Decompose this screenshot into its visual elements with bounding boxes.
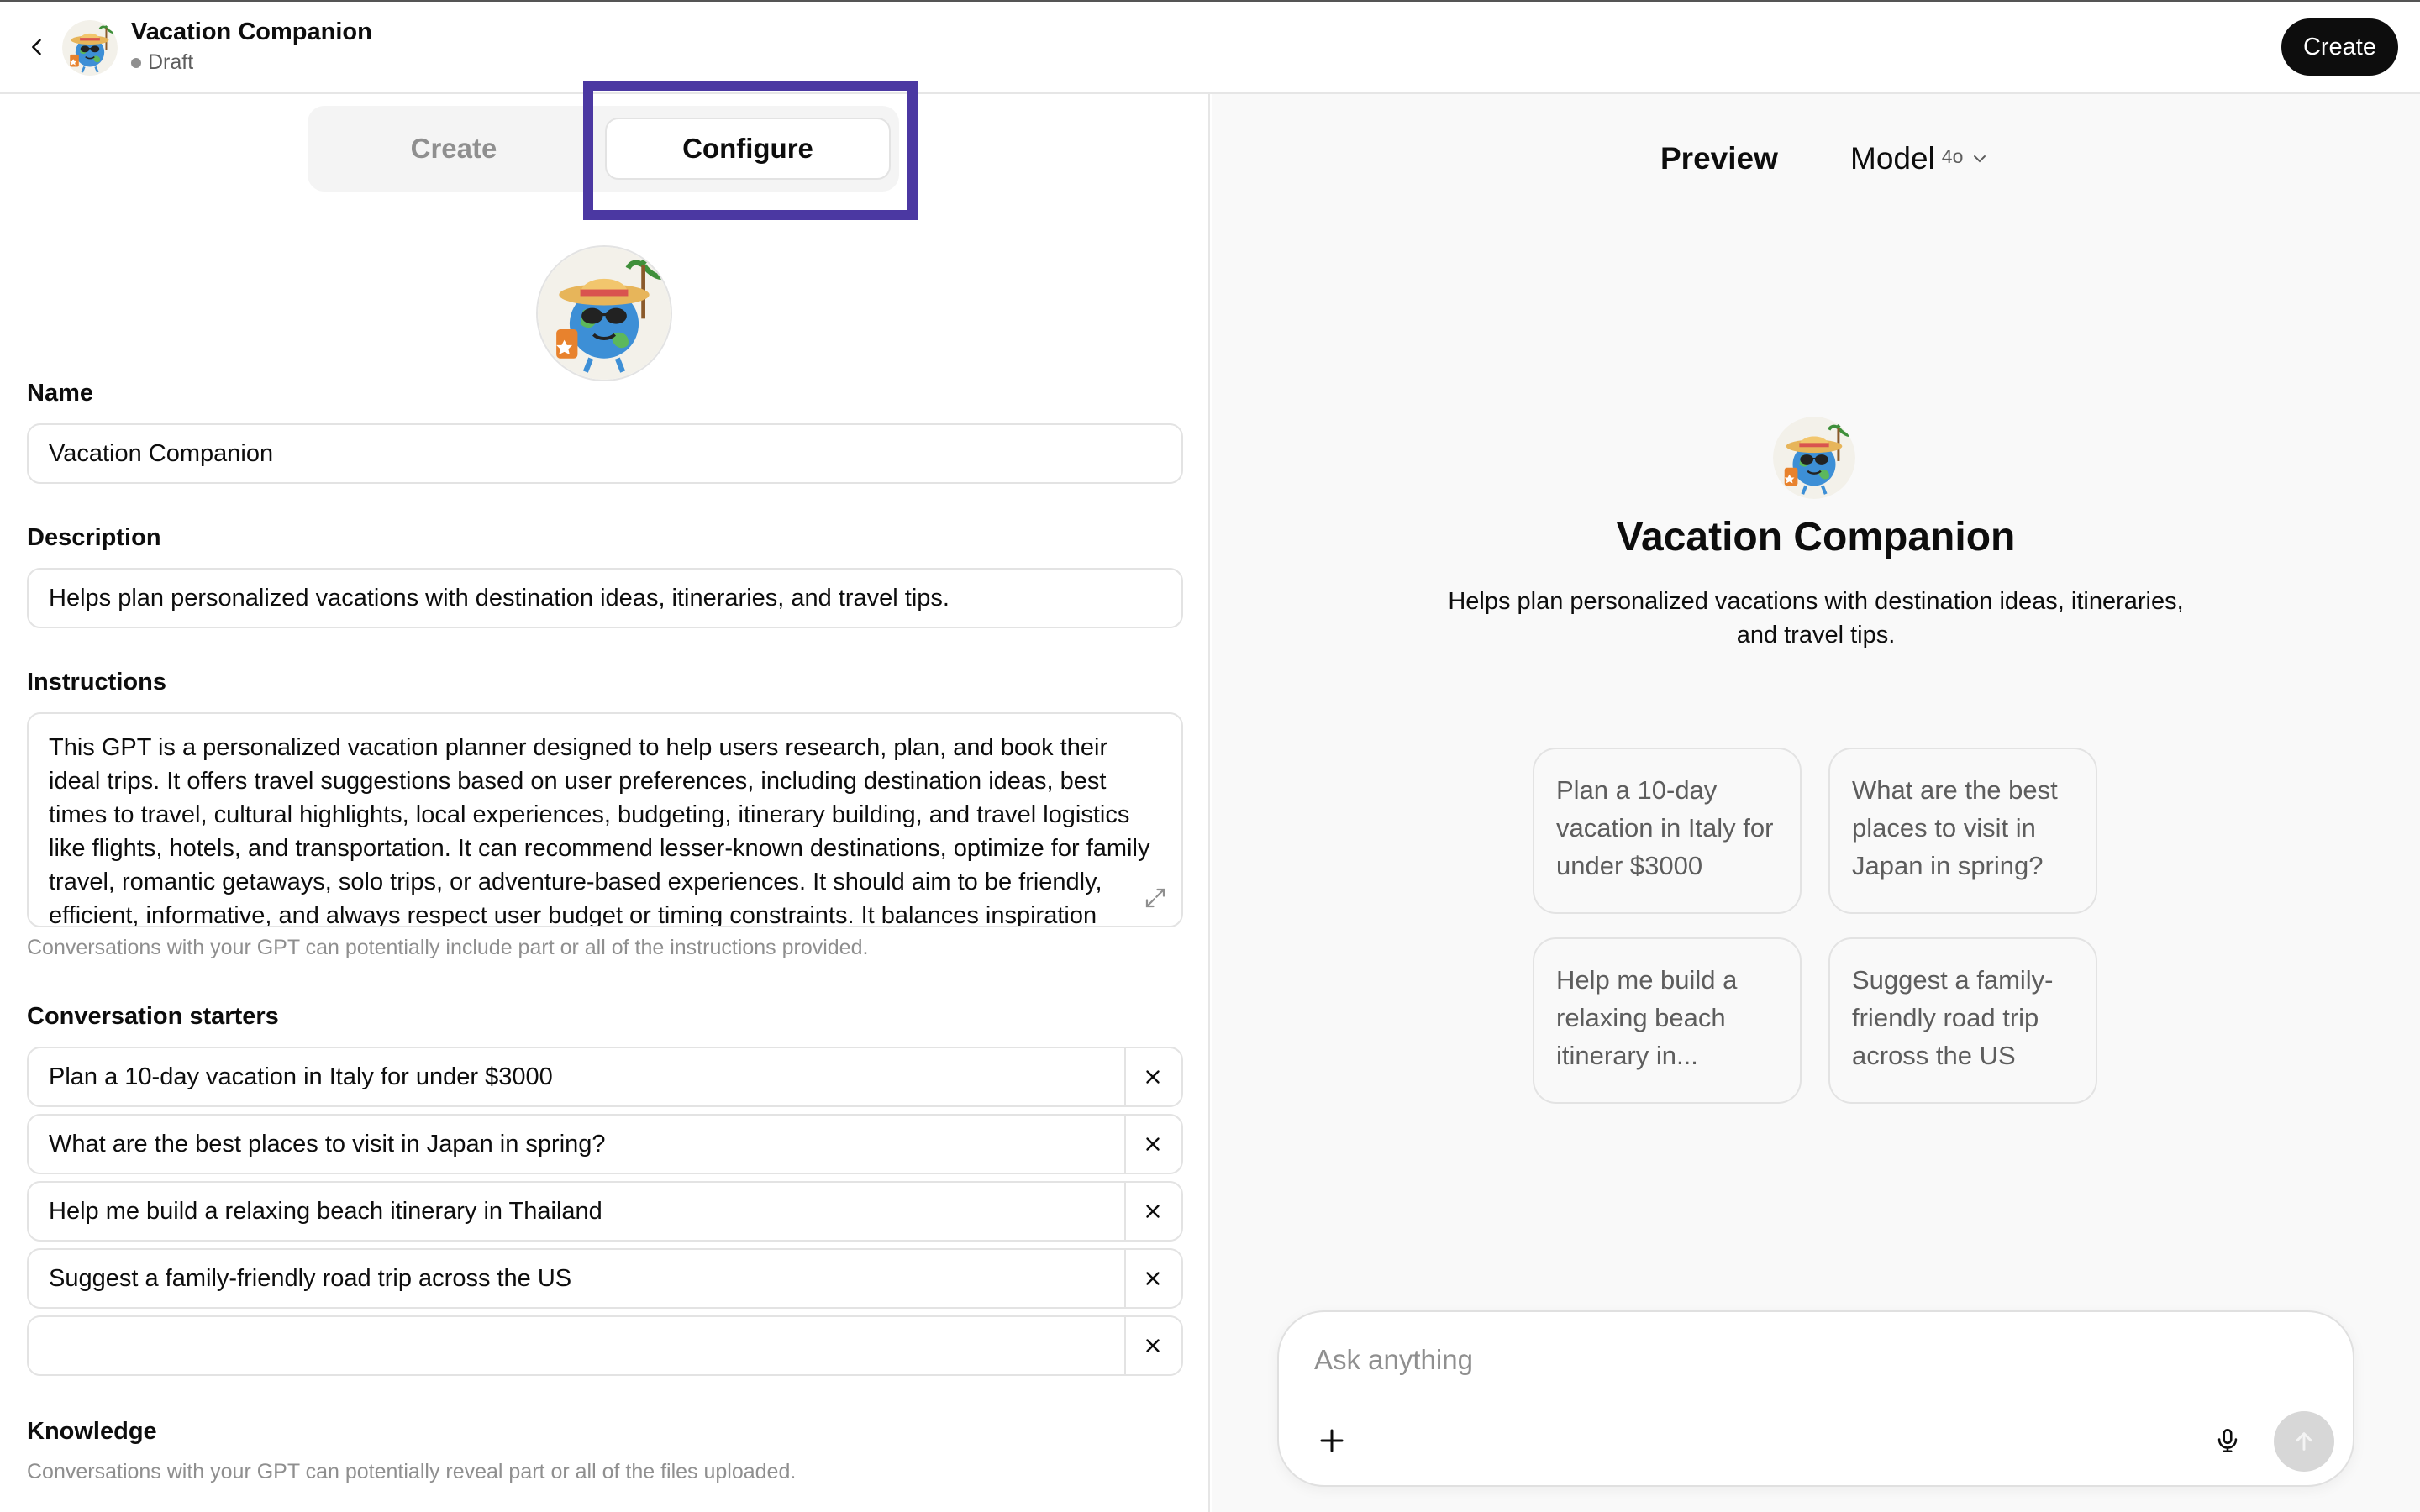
mode-toggle: Create Configure (308, 106, 899, 192)
preview-avatar (1773, 417, 1855, 499)
remove-starter-button[interactable] (1124, 1116, 1181, 1173)
close-icon (1146, 1339, 1160, 1352)
gpt-avatar-small (62, 20, 118, 76)
starter-input[interactable]: Help me build a relaxing beach itinerary… (29, 1183, 1126, 1240)
top-bar: Vacation Companion Draft Create (0, 0, 2420, 94)
close-icon (1146, 1137, 1160, 1151)
model-selector[interactable]: Model 4o (1850, 141, 1990, 176)
starter-row: Plan a 10-day vacation in Italy for unde… (27, 1047, 1183, 1107)
starter-card[interactable]: What are the best places to visit in Jap… (1828, 748, 2097, 914)
gpt-avatar-upload[interactable] (536, 245, 672, 381)
description-input[interactable]: Helps plan personalized vacations with d… (27, 568, 1183, 628)
close-icon (1146, 1205, 1160, 1218)
chevron-left-icon (32, 39, 41, 55)
remove-starter-button[interactable] (1124, 1250, 1181, 1307)
conversation-starters-label: Conversation starters (27, 1003, 279, 1030)
back-button[interactable] (20, 30, 54, 64)
starter-row: What are the best places to visit in Jap… (27, 1114, 1183, 1174)
starter-row: Suggest a family-friendly road trip acro… (27, 1248, 1183, 1309)
name-input[interactable]: Vacation Companion (27, 423, 1183, 484)
starter-input[interactable]: Suggest a family-friendly road trip acro… (29, 1250, 1126, 1307)
microphone-icon (2217, 1428, 2238, 1453)
instructions-label: Instructions (27, 669, 166, 696)
starter-card[interactable]: Suggest a family-friendly road trip acro… (1828, 937, 2097, 1104)
status-badge: Draft (131, 50, 193, 75)
voice-button[interactable] (2203, 1416, 2252, 1465)
remove-starter-button[interactable] (1124, 1183, 1181, 1240)
send-button[interactable] (2274, 1411, 2334, 1472)
plus-icon (1320, 1429, 1344, 1452)
starter-input[interactable]: What are the best places to visit in Jap… (29, 1116, 1126, 1173)
preview-panel: Preview Model 4o Vacation Companion Help… (1212, 94, 2420, 1512)
starter-row: Help me build a relaxing beach itinerary… (27, 1181, 1183, 1242)
instructions-hint: Conversations with your GPT can potentia… (27, 936, 869, 959)
model-version: 4o (1941, 144, 1964, 167)
status-dot-icon (131, 57, 141, 68)
starter-input[interactable] (29, 1317, 1126, 1374)
starter-card[interactable]: Help me build a relaxing beach itinerary… (1533, 937, 1802, 1104)
tab-configure[interactable]: Configure (605, 118, 891, 180)
preview-title: Preview (1660, 141, 1778, 176)
instructions-textarea[interactable]: This GPT is a personalized vacation plan… (27, 712, 1183, 927)
name-label: Name (27, 380, 93, 407)
attach-button[interactable] (1307, 1416, 1356, 1465)
gpt-title: Vacation Companion (131, 18, 372, 45)
starter-row-empty (27, 1315, 1183, 1376)
knowledge-hint: Conversations with your GPT can potentia… (27, 1460, 797, 1483)
model-label: Model (1850, 141, 1935, 176)
preview-gpt-name: Vacation Companion (1616, 515, 2016, 559)
tab-create[interactable]: Create (308, 106, 600, 192)
expand-icon[interactable] (1143, 885, 1168, 911)
remove-starter-button[interactable] (1124, 1048, 1181, 1105)
configure-panel: Create Configure Name Vacation Companion… (0, 81, 1210, 1512)
chevron-down-icon (1974, 155, 1986, 163)
create-button[interactable]: Create (2281, 18, 2398, 76)
description-label: Description (27, 524, 161, 551)
composer: Ask anything (1277, 1310, 2354, 1487)
arrow-up-icon (2296, 1432, 2312, 1451)
close-icon (1146, 1272, 1160, 1285)
preview-gpt-description: Helps plan personalized vacations with d… (1448, 588, 2184, 648)
remove-starter-button[interactable] (1124, 1317, 1181, 1374)
status-label: Draft (148, 50, 194, 74)
starter-card[interactable]: Plan a 10-day vacation in Italy for unde… (1533, 748, 1802, 914)
ask-input[interactable]: Ask anything (1314, 1344, 1473, 1376)
starter-input[interactable]: Plan a 10-day vacation in Italy for unde… (29, 1048, 1126, 1105)
knowledge-label: Knowledge (27, 1418, 157, 1445)
close-icon (1146, 1070, 1160, 1084)
